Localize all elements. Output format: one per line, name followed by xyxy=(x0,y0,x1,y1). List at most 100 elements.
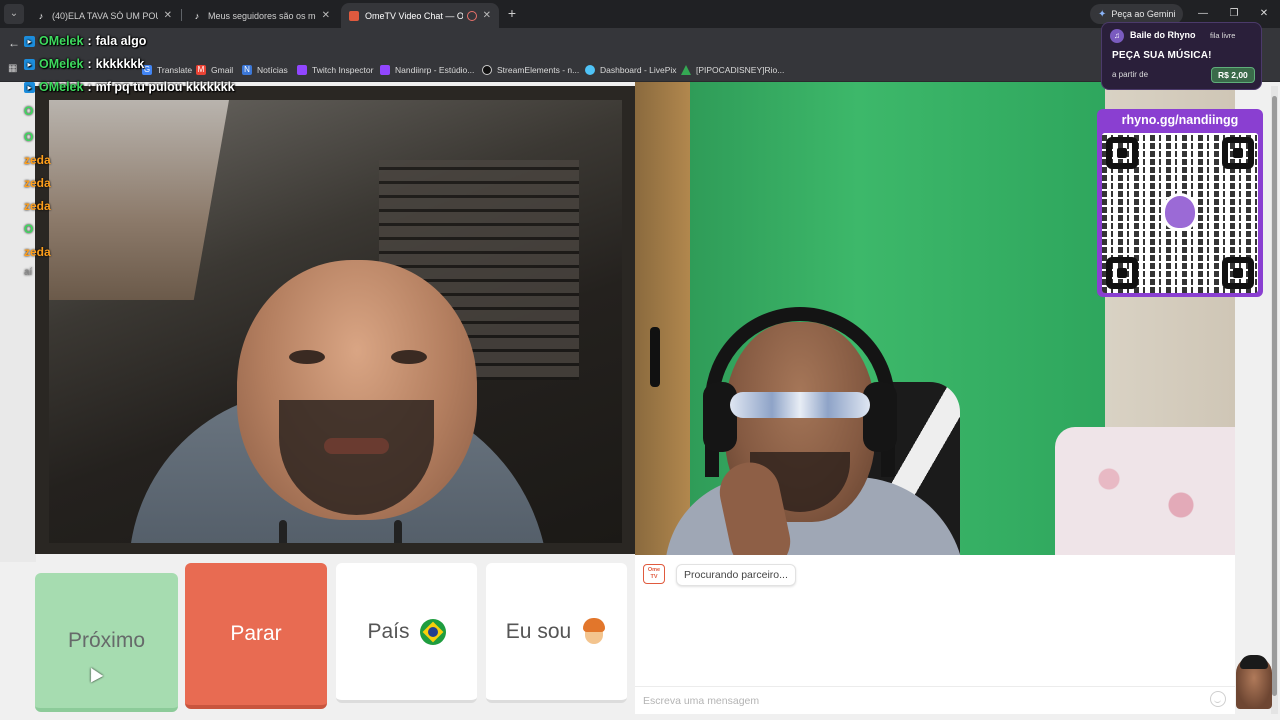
scrollbar-thumb[interactable] xyxy=(1272,96,1277,696)
news-icon: N xyxy=(242,65,252,75)
close-tab-icon[interactable]: ✕ xyxy=(483,10,491,21)
streamelements-icon xyxy=(482,65,492,75)
bookmark-livepix[interactable]: Dashboard - LivePix xyxy=(585,62,677,78)
close-tab-icon[interactable]: ✕ xyxy=(164,10,172,21)
tab-title: (40)ELA TAVA SÓ UM POUCO R xyxy=(52,10,158,21)
bookmark-label: Nandiinrp - Estúdio... xyxy=(395,65,475,75)
headset-cup xyxy=(863,382,897,452)
tiktok-icon: ♪ xyxy=(38,10,44,21)
bookmark-pipocadisney[interactable]: [PIPOCADISNEY]Rio... xyxy=(681,62,784,78)
bookmark-label: Dashboard - LivePix xyxy=(600,65,677,75)
twitch-badge-icon: ▸ xyxy=(24,35,35,47)
ometv-icon xyxy=(349,10,359,21)
partner-person xyxy=(129,260,579,543)
bookmark-twitch-inspector[interactable]: Twitch Inspector xyxy=(297,62,373,78)
eye xyxy=(391,350,427,364)
brazil-flag-icon xyxy=(419,618,446,645)
maximize-icon[interactable]: ❐ xyxy=(1226,6,1242,22)
qr-label: rhyno.gg/nandiingg xyxy=(1121,113,1239,127)
status-message: Procurando parceiro... xyxy=(676,564,796,586)
song-request-widget: ♫ Baile do Rhyno fila livre PEÇA SUA MÚS… xyxy=(1101,22,1262,90)
chat-text: fala algo xyxy=(95,34,147,48)
browser-tab-2[interactable]: OmeTV Video Chat — Ome ✕ xyxy=(341,3,499,28)
browser-tab-1[interactable]: ♪ Meus seguidores são os melho ✕ xyxy=(184,3,338,28)
chat-username: OMelek xyxy=(39,34,84,48)
close-window-icon[interactable]: ✕ xyxy=(1256,6,1272,22)
bookmark-label: Gmail xyxy=(211,65,234,75)
chat-partial: zeda xyxy=(24,199,51,213)
chat-partial: O xyxy=(24,104,34,118)
eye xyxy=(289,350,325,364)
stop-label: Parar xyxy=(230,622,282,645)
queue-status: fila livre xyxy=(1210,31,1236,40)
partner-video-frame xyxy=(49,100,622,543)
bed xyxy=(1055,427,1235,555)
bookmark-label: StreamElements - n... xyxy=(497,65,580,75)
tiktok-icon: ♪ xyxy=(194,10,200,21)
tab-title: Meus seguidores são os melho xyxy=(208,10,316,21)
qr-code-icon xyxy=(1102,133,1258,293)
bookmark-nandiinrp[interactable]: Nandiinrp - Estúdio... xyxy=(380,62,474,78)
twitch-icon xyxy=(380,65,390,75)
chat-message: ▸ OMelek: kkkkkkk xyxy=(24,57,144,71)
chat-text: kkkkkkk xyxy=(95,57,145,71)
bookmark-streamelements[interactable]: StreamElements - n... xyxy=(482,62,579,78)
rhyno-icon: ♫ xyxy=(1110,29,1124,43)
bookmark-label: Twitch Inspector xyxy=(312,65,374,75)
country-filter-button[interactable]: País xyxy=(336,563,477,703)
gemini-icon: ✦ xyxy=(1098,8,1107,20)
mouth xyxy=(324,438,389,454)
chat-message: ▸ OMelek: mf pq tu pulou kkkkkkk xyxy=(24,80,235,94)
gmail-icon: M xyxy=(196,65,206,75)
close-tab-icon[interactable]: ✕ xyxy=(322,10,330,21)
back-arrow-icon[interactable]: ← xyxy=(8,34,24,52)
minimize-icon[interactable]: — xyxy=(1195,6,1211,22)
emoji-icon[interactable] xyxy=(1210,691,1226,707)
recording-icon xyxy=(466,10,477,21)
streamer-person xyxy=(655,307,975,555)
chat-username: OMelek xyxy=(39,57,84,71)
hoodie-string xyxy=(394,520,402,543)
bookmark-news[interactable]: N Notícias xyxy=(242,62,288,78)
gender-select-button[interactable]: Eu sou xyxy=(486,563,627,703)
bookmark-label: Translate xyxy=(157,65,193,75)
qr-finder xyxy=(1222,137,1254,169)
chat-partial: zeda xyxy=(24,245,51,259)
new-tab-button[interactable]: + xyxy=(504,4,520,22)
streamer-avatar xyxy=(1236,655,1272,709)
message-input[interactable] xyxy=(635,686,1235,714)
tab-divider xyxy=(181,9,182,21)
qr-finder xyxy=(1106,257,1138,289)
chat-partial: O xyxy=(24,130,34,144)
tab-title: OmeTV Video Chat — Ome xyxy=(365,10,463,21)
gemini-label: Peça ao Gemini xyxy=(1111,9,1176,19)
rhino-mascot-icon xyxy=(1162,193,1198,231)
qr-finder xyxy=(1106,137,1138,169)
bookmarks-bar: ▦ G Translate M Gmail N Notícias Twitch … xyxy=(0,58,1280,82)
gemini-button[interactable]: ✦ Peça ao Gemini xyxy=(1090,4,1184,24)
next-button[interactable]: Próximo xyxy=(35,573,178,712)
bookmark-label: [PIPOCADISNEY]Rio... xyxy=(696,65,785,75)
stop-button[interactable]: Parar xyxy=(185,563,327,709)
song-widget-headline: PEÇA SUA MÚSICA! xyxy=(1112,50,1212,61)
song-widget-title: Baile do Rhyno xyxy=(1130,30,1196,40)
qr-finder xyxy=(1222,257,1254,289)
ometv-logo-icon: Ome TV xyxy=(643,564,665,584)
chat-text: mf pq tu pulou kkkkkkk xyxy=(95,80,235,94)
price-prefix: a partir de xyxy=(1112,70,1149,79)
price-badge: R$ 2,00 xyxy=(1211,67,1255,83)
headset-cup xyxy=(703,382,737,452)
apps-grid-icon[interactable]: ▦ xyxy=(8,63,20,75)
chat-partial: O xyxy=(24,222,34,236)
ometv-chat-panel: Ome TV Procurando parceiro... xyxy=(635,555,1235,714)
tab-search-button[interactable]: ⌄ xyxy=(4,4,24,24)
boy-avatar-icon xyxy=(581,617,607,646)
bookmark-translate[interactable]: G Translate xyxy=(142,62,192,78)
bookmark-gmail[interactable]: M Gmail xyxy=(196,62,233,78)
browser-tab-0[interactable]: ♪ (40)ELA TAVA SÓ UM POUCO R ✕ xyxy=(28,3,180,28)
twitch-icon xyxy=(297,65,307,75)
livepix-icon xyxy=(585,65,595,75)
country-label: País xyxy=(367,619,410,643)
chat-partial: aí xyxy=(24,267,33,278)
bookmark-label: Notícias xyxy=(257,65,288,75)
